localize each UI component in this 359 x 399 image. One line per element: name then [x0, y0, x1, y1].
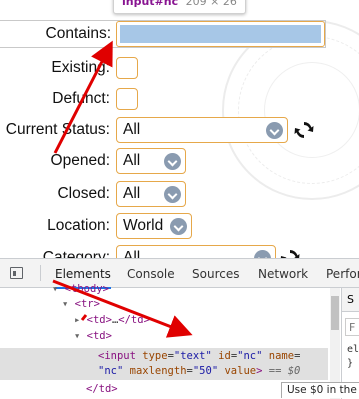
chevron-down-icon [170, 218, 187, 235]
dom-line-selected[interactable]: <input type="text" id="nc" name= [98, 349, 300, 364]
dom-value: "nc" [237, 350, 263, 362]
closed-label: Closed: [57, 185, 110, 202]
devtools-panel: Elements Console Sources Network Perfor … [0, 258, 359, 399]
tab-sources[interactable]: Sources [192, 259, 239, 287]
refresh-icon[interactable] [294, 120, 314, 140]
scrollbar-thumb[interactable] [331, 296, 339, 330]
chevron-down-icon [266, 122, 283, 139]
tab-styles[interactable]: S [342, 288, 359, 312]
dom-tree: ▾ <tbody> ▾ <tr> ▸ <td>…</td> ▾ <td> <in… [0, 283, 328, 399]
collapse-triangle-icon[interactable]: ▾ [62, 298, 68, 310]
category-value: All [123, 249, 141, 258]
tab-console[interactable]: Console [127, 259, 175, 287]
location-value: World [123, 217, 164, 234]
web-page: Contains: input#nc 209 × 26 Existing: De… [0, 0, 359, 258]
tab-performance[interactable]: Perfor [326, 259, 359, 287]
closed-row: Closed: [0, 181, 110, 207]
defunct-checkbox[interactable] [116, 88, 138, 110]
collapse-triangle-icon[interactable]: ▾ [74, 330, 80, 342]
dom-line[interactable]: </td> [86, 382, 118, 397]
expand-triangle-icon[interactable]: ▸ [74, 314, 80, 326]
styles-rule: el [347, 344, 359, 355]
opened-label: Opened: [50, 152, 110, 169]
opened-row: Opened: [0, 148, 110, 174]
location-select[interactable]: World [116, 213, 192, 239]
dom-attr: id [218, 350, 231, 362]
dom-value: "50" [192, 365, 219, 377]
device-toolbar-icon[interactable] [10, 267, 23, 279]
category-row: Category: [0, 245, 110, 258]
dom-tag: <input [98, 350, 136, 362]
opened-value: All [123, 152, 141, 169]
current-status-label: Current Status: [5, 121, 110, 138]
location-row: Location: [0, 213, 110, 239]
dom-value: "text" [173, 350, 212, 362]
current-status-value: All [123, 121, 141, 138]
dom-attr: name [268, 350, 295, 362]
dom-line[interactable]: ▾ <td> [74, 329, 112, 344]
dom-tag: <tr> [74, 298, 100, 310]
closed-select[interactable]: All [116, 181, 186, 207]
existing-label: Existing: [51, 59, 110, 76]
opened-select[interactable]: All [116, 148, 186, 174]
category-select[interactable]: All [116, 245, 276, 258]
dom-line[interactable]: ▾ <tr> [62, 297, 100, 312]
refresh-icon[interactable] [280, 248, 300, 258]
current-status-select[interactable]: All [116, 117, 288, 143]
dom-tag: <td> [86, 314, 112, 326]
location-label: Location: [47, 217, 110, 234]
existing-row: Existing: [0, 55, 110, 81]
tooltip-selector: input#nc [122, 0, 179, 8]
chevron-down-icon [164, 186, 181, 203]
existing-checkbox[interactable] [116, 57, 138, 79]
defunct-label: Defunct: [52, 90, 110, 107]
tooltip-dimensions: 209 × 26 [185, 0, 237, 8]
current-status-row: Current Status: [0, 117, 110, 143]
element-highlight-overlay [120, 25, 321, 43]
dom-line[interactable]: ▸ <td>…</td> [74, 313, 150, 328]
dom-tag: </td> [118, 314, 150, 326]
dom-value: "nc" [98, 365, 124, 377]
dom-line-selected[interactable]: "nc" maxlength="50" value> == $0 [98, 364, 300, 379]
category-label: Category: [42, 249, 110, 258]
styles-rule-close: } [347, 358, 354, 369]
contains-label: Contains: [45, 25, 111, 42]
tab-network[interactable]: Network [258, 259, 308, 287]
console-hint-tooltip: Use $0 in the [281, 382, 359, 398]
dom-tag: </td> [86, 383, 118, 395]
styles-filter-input[interactable]: F [345, 318, 359, 336]
collapse-triangle-icon[interactable]: ▾ [52, 283, 58, 295]
chevron-down-icon [254, 250, 271, 258]
dom-tag: <tbody> [64, 283, 109, 295]
dom-tag: <td> [86, 330, 112, 342]
defunct-row: Defunct: [0, 86, 110, 112]
closed-value: All [123, 185, 141, 202]
dom-attr: value [224, 365, 257, 377]
dom-tag: > [256, 365, 263, 377]
dom-line[interactable]: ▾ <tbody> [52, 282, 109, 297]
chevron-down-icon [164, 153, 181, 170]
dom-attr: maxlength [129, 365, 187, 377]
inspect-tooltip: input#nc 209 × 26 [113, 0, 246, 14]
contains-input[interactable] [116, 21, 325, 47]
dom-selected-marker: == $0 [268, 365, 301, 377]
tab-separator [40, 265, 41, 281]
dom-attr: type [142, 350, 168, 362]
